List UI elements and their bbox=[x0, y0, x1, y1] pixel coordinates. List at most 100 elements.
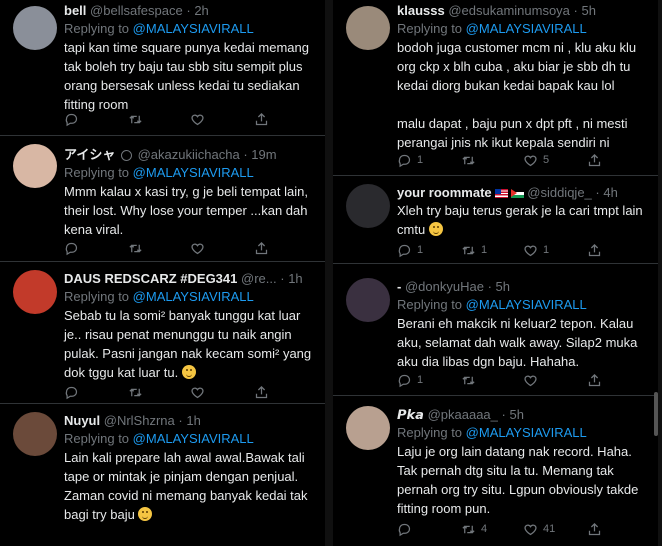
display-name[interactable]: klausss bbox=[397, 3, 445, 18]
avatar[interactable] bbox=[346, 278, 390, 322]
avatar[interactable] bbox=[13, 270, 57, 314]
handle[interactable]: @bellsafespace bbox=[90, 3, 183, 18]
tweet[interactable]: your roommate @siddiqje_ · 4h Xleh try b… bbox=[333, 176, 658, 264]
smiling-emoji bbox=[428, 222, 443, 236]
action-bar: 1 1 1 bbox=[397, 241, 627, 259]
separator: · bbox=[595, 185, 600, 200]
retweet-icon bbox=[129, 387, 142, 397]
avatar[interactable] bbox=[13, 6, 57, 50]
reply-button[interactable] bbox=[64, 383, 84, 401]
mention-link[interactable]: @MALAYSIAVIRALL bbox=[466, 21, 587, 36]
mention-link[interactable]: @MALAYSIAVIRALL bbox=[133, 165, 254, 180]
reply-icon bbox=[65, 113, 78, 126]
mention-link[interactable]: @MALAYSIAVIRALL bbox=[466, 297, 587, 312]
timestamp[interactable]: 5h bbox=[496, 279, 510, 294]
share-button[interactable] bbox=[254, 239, 269, 257]
timestamp[interactable]: 19m bbox=[251, 147, 276, 162]
heart-icon bbox=[191, 242, 204, 254]
display-name[interactable]: 𝙋𝙠𝙖 bbox=[397, 407, 424, 422]
timestamp[interactable]: 5h bbox=[509, 407, 523, 422]
retweet-button[interactable]: 1 bbox=[461, 241, 487, 259]
reply-button[interactable] bbox=[64, 110, 84, 128]
reply-context: Replying to @MALAYSIAVIRALL bbox=[397, 423, 654, 442]
display-name[interactable]: アイシャ bbox=[64, 147, 115, 162]
handle[interactable]: @akazukiichacha bbox=[138, 147, 240, 162]
handle[interactable]: @siddiqje_ bbox=[527, 185, 592, 200]
timestamp[interactable]: 5h bbox=[582, 3, 596, 18]
retweet-button[interactable] bbox=[461, 371, 481, 389]
display-name[interactable]: bell bbox=[64, 3, 86, 18]
reply-button[interactable]: 1 bbox=[397, 151, 423, 169]
reply-button[interactable]: 1 bbox=[397, 371, 423, 389]
retweet-button[interactable]: 4 bbox=[461, 520, 487, 538]
share-button[interactable] bbox=[587, 151, 602, 169]
tweet-text: Lain kali prepare lah awal awal.Bawak ta… bbox=[64, 448, 321, 524]
reply-icon bbox=[65, 242, 78, 255]
reply-prefix: Replying to bbox=[64, 165, 130, 180]
reply-context: Replying to @MALAYSIAVIRALL bbox=[64, 19, 321, 38]
reply-button[interactable] bbox=[64, 239, 84, 257]
like-button[interactable] bbox=[190, 110, 210, 128]
tweet[interactable]: DAUS REDSCARZ #DEG341 @re... · 1h Replyi… bbox=[0, 262, 325, 404]
timestamp[interactable]: 1h bbox=[186, 413, 200, 428]
share-icon bbox=[588, 522, 601, 535]
timestamp[interactable]: 1h bbox=[288, 271, 302, 286]
share-button[interactable] bbox=[587, 371, 602, 389]
mention-link[interactable]: @MALAYSIAVIRALL bbox=[466, 425, 587, 440]
scrollbar[interactable] bbox=[654, 392, 658, 436]
tweet[interactable]: - @donkyuHae · 5h Replying to @MALAYSIAV… bbox=[333, 270, 658, 396]
handle[interactable]: @edsukaminumsoya bbox=[448, 3, 570, 18]
mention-link[interactable]: @MALAYSIAVIRALL bbox=[133, 21, 254, 36]
heart-icon bbox=[524, 374, 537, 386]
retweet-count: 1 bbox=[481, 244, 488, 256]
handle[interactable]: @NrlShzrna bbox=[104, 413, 175, 428]
retweet-button[interactable] bbox=[128, 383, 148, 401]
reply-button[interactable]: 1 bbox=[397, 241, 423, 259]
avatar[interactable] bbox=[346, 184, 390, 228]
share-button[interactable] bbox=[254, 383, 269, 401]
display-name[interactable]: DAUS REDSCARZ #DEG341 bbox=[64, 271, 237, 286]
like-button[interactable]: 41 bbox=[523, 520, 555, 538]
display-name[interactable]: - bbox=[397, 279, 401, 294]
separator: · bbox=[186, 3, 191, 18]
like-count: 41 bbox=[543, 523, 556, 535]
like-button[interactable] bbox=[190, 239, 210, 257]
retweet-button[interactable] bbox=[128, 110, 148, 128]
like-button[interactable] bbox=[523, 371, 543, 389]
handle[interactable]: @donkyuHae bbox=[405, 279, 484, 294]
avatar[interactable] bbox=[13, 144, 57, 188]
like-button[interactable]: 5 bbox=[523, 151, 549, 169]
share-icon bbox=[255, 112, 268, 125]
timestamp[interactable]: 4h bbox=[603, 185, 617, 200]
retweet-button[interactable] bbox=[128, 239, 148, 257]
tweet[interactable]: bell @bellsafespace · 2h Replying to @MA… bbox=[0, 0, 325, 136]
tweet-text: bodoh juga customer mcm ni , klu aku klu… bbox=[397, 40, 637, 150]
reply-context: Replying to @MALAYSIAVIRALL bbox=[397, 19, 654, 38]
retweet-button[interactable] bbox=[461, 151, 481, 169]
retweet-icon bbox=[462, 375, 475, 385]
avatar[interactable] bbox=[346, 406, 390, 450]
handle[interactable]: @pkaaaaa_ bbox=[428, 407, 498, 422]
tweet[interactable]: klausss @edsukaminumsoya · 5h Replying t… bbox=[333, 0, 658, 176]
like-button[interactable]: 1 bbox=[523, 241, 549, 259]
share-button[interactable] bbox=[587, 520, 602, 538]
retweet-icon bbox=[129, 243, 142, 253]
like-button[interactable] bbox=[190, 383, 210, 401]
handle[interactable]: @re... bbox=[241, 271, 277, 286]
share-button[interactable] bbox=[587, 241, 602, 259]
avatar[interactable] bbox=[346, 6, 390, 50]
share-button[interactable] bbox=[254, 110, 269, 128]
tweet[interactable]: 𝙋𝙠𝙖 @pkaaaaa_ · 5h Replying to @MALAYSIA… bbox=[333, 396, 658, 546]
tweet[interactable]: アイシャ @akazukiichacha · 19m Replying to @… bbox=[0, 136, 325, 262]
action-bar bbox=[64, 110, 294, 128]
display-name[interactable]: Nuyul bbox=[64, 413, 100, 428]
reply-button[interactable] bbox=[397, 520, 417, 538]
mention-link[interactable]: @MALAYSIAVIRALL bbox=[133, 431, 254, 446]
mention-link[interactable]: @MALAYSIAVIRALL bbox=[133, 289, 254, 304]
heart-icon bbox=[524, 244, 537, 256]
tweet[interactable]: Nuyul @NrlShzrna · 1h Replying to @MALAY… bbox=[0, 404, 325, 546]
tweet-text-content: Lain kali prepare lah awal awal.Bawak ta… bbox=[64, 450, 308, 522]
display-name[interactable]: your roommate bbox=[397, 185, 492, 200]
avatar[interactable] bbox=[13, 412, 57, 456]
timestamp[interactable]: 2h bbox=[194, 3, 208, 18]
